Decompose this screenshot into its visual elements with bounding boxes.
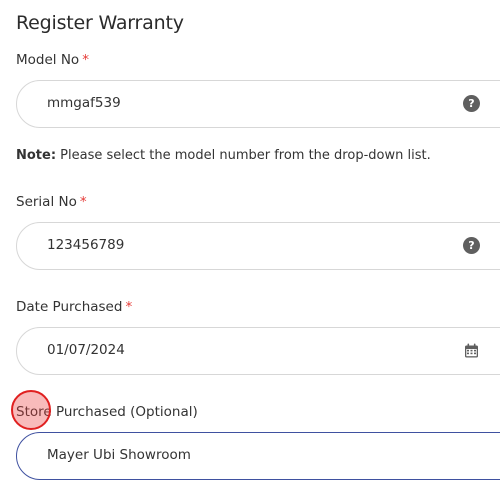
model-no-value: mmgaf539 xyxy=(47,95,121,111)
serial-no-input[interactable]: 123456789 ? xyxy=(16,222,500,270)
serial-no-label: Serial No * xyxy=(16,194,87,210)
required-mark: * xyxy=(79,194,87,210)
required-mark: * xyxy=(82,52,89,68)
model-no-label: Model No * xyxy=(16,52,89,68)
date-purchased-input[interactable]: 01/07/2024 xyxy=(16,327,500,375)
question-icon[interactable]: ? xyxy=(463,237,480,254)
register-warranty-page: Register Warranty Model No * mmgaf539 ? N… xyxy=(0,0,500,500)
date-purchased-label-text: Date Purchased xyxy=(16,299,123,315)
model-no-label-text: Model No xyxy=(16,52,80,68)
note-text: Please select the model number from the … xyxy=(56,148,431,163)
note-prefix: Note: xyxy=(16,148,57,163)
date-purchased-value: 01/07/2024 xyxy=(47,342,125,358)
store-purchased-value: Mayer Ubi Showroom xyxy=(47,447,191,463)
store-purchased-label: Store Purchased (Optional) xyxy=(16,404,198,420)
serial-no-label-text: Serial No xyxy=(16,194,77,210)
page-title: Register Warranty xyxy=(16,12,184,34)
calendar-icon[interactable] xyxy=(464,343,479,358)
model-note: Note: Please select the model number fro… xyxy=(16,148,431,163)
required-mark: * xyxy=(125,299,133,315)
question-icon[interactable]: ? xyxy=(463,95,480,112)
serial-no-value: 123456789 xyxy=(47,237,125,253)
date-purchased-label: Date Purchased * xyxy=(16,299,132,315)
model-no-input[interactable]: mmgaf539 ? xyxy=(16,80,500,128)
store-purchased-input[interactable]: Mayer Ubi Showroom xyxy=(16,432,500,480)
